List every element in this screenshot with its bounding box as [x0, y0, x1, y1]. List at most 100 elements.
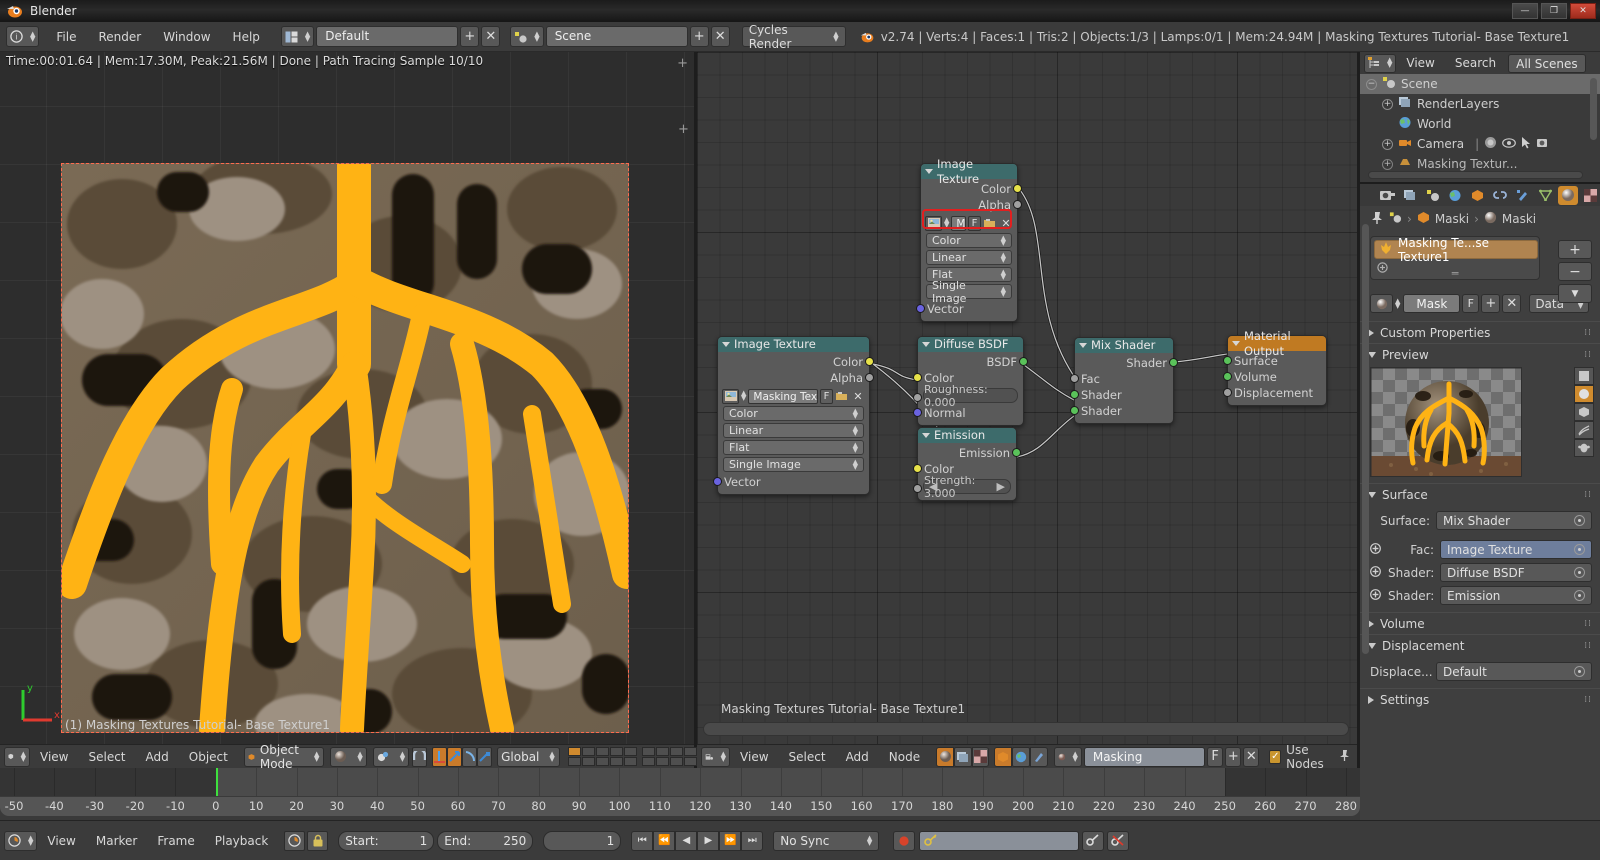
- add-screen-layout-button[interactable]: +: [460, 26, 480, 47]
- editor-type-nodeeditor-button[interactable]: ▲ ▼: [701, 746, 731, 767]
- play-reverse-button[interactable]: ◀: [675, 830, 698, 851]
- material-browse-id-icon[interactable]: [1370, 294, 1393, 313]
- source-field-top[interactable]: Single Image ▲ ▼: [926, 279, 1012, 305]
- remove-material-slot-button[interactable]: −: [1558, 262, 1592, 281]
- interpolation-field-bottom[interactable]: Linear ▲ ▼: [723, 423, 864, 438]
- node-header-material-output[interactable]: Material Output: [1228, 329, 1326, 358]
- surface-node-dot-3[interactable]: [1574, 590, 1585, 601]
- delete-keyframe-button[interactable]: [1107, 830, 1130, 851]
- layer-12[interactable]: [581, 757, 595, 766]
- render-engine-dropdown[interactable]: Cycles Render ▲ ▼: [741, 23, 846, 51]
- collapse-triangle-icon-diffuse[interactable]: [922, 342, 930, 347]
- tab-scene[interactable]: [1423, 186, 1443, 205]
- menu-window[interactable]: Window: [152, 26, 221, 48]
- node-input-fac[interactable]: Fac: [1070, 371, 1173, 387]
- viewport-properties-handle[interactable]: +: [678, 122, 689, 137]
- node-output-emission[interactable]: Emission: [918, 445, 1021, 461]
- socket-shader1-in[interactable]: [1070, 390, 1079, 399]
- surface-value-0[interactable]: Mix Shader: [1436, 511, 1592, 530]
- socket-fac-in[interactable]: [1070, 374, 1079, 383]
- rotate-manipulator-button[interactable]: [462, 746, 478, 767]
- editor-type-timeline-button[interactable]: ▲ ▼: [4, 830, 38, 851]
- color-space-field-bottom[interactable]: Color ▲ ▼: [723, 406, 864, 421]
- material-slot-specials-button[interactable]: ▼: [1558, 284, 1592, 303]
- timeline-menu-marker[interactable]: Marker: [86, 834, 147, 848]
- layer-17[interactable]: [655, 757, 669, 766]
- panel-custom-properties[interactable]: Custom Properties ⁞⁞: [1360, 321, 1600, 343]
- material-unlink-button[interactable]: ✕: [1502, 294, 1522, 313]
- scale-manipulator-button[interactable]: [477, 746, 493, 767]
- panel-settings[interactable]: Settings ⁞⁞: [1360, 688, 1600, 710]
- image-spinner-icon-bottom[interactable]: ▲ ▼: [741, 390, 746, 402]
- image-unlink-icon-bottom[interactable]: ✕: [851, 389, 865, 404]
- collapse-triangle-icon-emission[interactable]: [922, 433, 930, 438]
- viewport-menu-select[interactable]: Select: [78, 747, 135, 767]
- node-input-normal-diffuse[interactable]: Normal: [913, 405, 1023, 421]
- previous-keyframe-button[interactable]: ⏪: [653, 830, 676, 851]
- timeline-menu-view[interactable]: View: [37, 834, 85, 848]
- expander-icon-renderlayers[interactable]: +: [1382, 98, 1393, 110]
- node-output-shader-mix[interactable]: Shader: [1075, 355, 1178, 371]
- node-image-texture-top[interactable]: Image Texture Color Alpha ▲▼ Mas F: [916, 157, 1022, 322]
- socket-color-out[interactable]: [1013, 184, 1022, 193]
- socket-vector-in-top[interactable]: [916, 304, 925, 313]
- interp-spinner-icon-bottom[interactable]: ▲ ▼: [853, 424, 858, 436]
- editor-type-3dview-button[interactable]: ▲ ▼: [4, 746, 30, 767]
- preview-flat-button[interactable]: [1574, 367, 1594, 385]
- screen-layout-field[interactable]: Default: [316, 26, 459, 47]
- insert-keyframe-button[interactable]: [1082, 830, 1105, 851]
- socket-strength-in[interactable]: [913, 484, 922, 493]
- collapse-triangle-icon-output[interactable]: [1232, 341, 1240, 346]
- layer-4[interactable]: [609, 747, 623, 756]
- properties-editor[interactable]: › Maski › Maski Masking Te...se Texture1: [1360, 184, 1600, 860]
- node-diffuse-bsdf[interactable]: Diffuse BSDF BSDF Color Roughness: 0.000: [913, 336, 1028, 426]
- surface-value-1[interactable]: Image Texture: [1440, 540, 1592, 559]
- properties-scrollbar[interactable]: [1362, 224, 1369, 654]
- node-header-emission[interactable]: Emission: [918, 428, 1016, 443]
- close-button[interactable]: ✕: [1570, 3, 1596, 19]
- outliner-row-scene[interactable]: − Scene: [1360, 74, 1600, 94]
- panel-surface[interactable]: Surface ⁞⁞: [1360, 483, 1600, 505]
- layer-3[interactable]: [595, 747, 609, 756]
- selectable-cursor-icon-camera[interactable]: [1521, 136, 1532, 152]
- timeline-scale[interactable]: -50 -40 -30 -20 -10 0 10 20 30 40 50 60 70 80 90 100 110…: [0, 796, 1360, 816]
- material-fake-user-button[interactable]: F: [1462, 294, 1480, 313]
- outliner-display-mode-dropdown[interactable]: All Scenes: [1508, 53, 1586, 73]
- add-material-slot-button[interactable]: +: [1558, 240, 1592, 259]
- node-input-surface[interactable]: Surface: [1223, 353, 1326, 369]
- outliner-menu-view[interactable]: View: [1396, 53, 1444, 73]
- linestyle-shader-button[interactable]: [1029, 746, 1048, 767]
- socket-roughness-in[interactable]: [913, 393, 922, 402]
- socket-alpha-out[interactable]: [1013, 200, 1022, 209]
- outliner-row-renderlayers[interactable]: + RenderLayers: [1360, 94, 1600, 114]
- interp-spinner-icon-top[interactable]: ▲ ▼: [1001, 251, 1006, 263]
- menu-help[interactable]: Help: [222, 26, 271, 48]
- panel-volume[interactable]: Volume ⁞⁞: [1360, 612, 1600, 634]
- roughness-value-field[interactable]: Roughness: 0.000: [923, 383, 1018, 409]
- current-frame-field[interactable]: 1: [543, 830, 622, 851]
- visibility-eye-icon-camera[interactable]: [1502, 137, 1517, 151]
- layer-1[interactable]: [567, 747, 581, 756]
- panel-preview[interactable]: Preview ⁞⁞: [1360, 343, 1600, 365]
- tab-material[interactable]: [1558, 185, 1578, 205]
- socket-alpha-out-bottom[interactable]: [865, 373, 874, 382]
- viewport-menu-add[interactable]: Add: [136, 747, 179, 767]
- tab-object[interactable]: [1468, 186, 1488, 205]
- node-menu-add[interactable]: Add: [836, 747, 879, 767]
- image-datablock-row-top[interactable]: ▲▼ Mas F ✕: [925, 215, 1013, 231]
- expand-plus-icon-fac[interactable]: [1370, 542, 1382, 557]
- snap-during-transform-toggle[interactable]: [412, 746, 428, 767]
- source-spinner-icon-top[interactable]: ▲ ▼: [1001, 285, 1006, 297]
- strength-dec-arrow-icon[interactable]: ◀: [929, 480, 937, 493]
- node-header-diffuse-bsdf[interactable]: Diffuse BSDF: [918, 337, 1023, 352]
- timeline-menu-playback[interactable]: Playback: [205, 834, 279, 848]
- layer-7[interactable]: [655, 747, 669, 756]
- socket-bsdf-out[interactable]: [1019, 357, 1028, 366]
- preview-monkey-button[interactable]: [1574, 439, 1594, 457]
- layers-group-top-left[interactable]: [567, 747, 711, 766]
- expander-icon-scene[interactable]: −: [1366, 78, 1377, 90]
- layer-16[interactable]: [641, 757, 655, 766]
- source-field-bottom[interactable]: Single Image ▲ ▼: [723, 457, 864, 472]
- socket-vector-in-bottom[interactable]: [713, 477, 722, 486]
- expand-plus-icon-shader2[interactable]: [1370, 588, 1382, 603]
